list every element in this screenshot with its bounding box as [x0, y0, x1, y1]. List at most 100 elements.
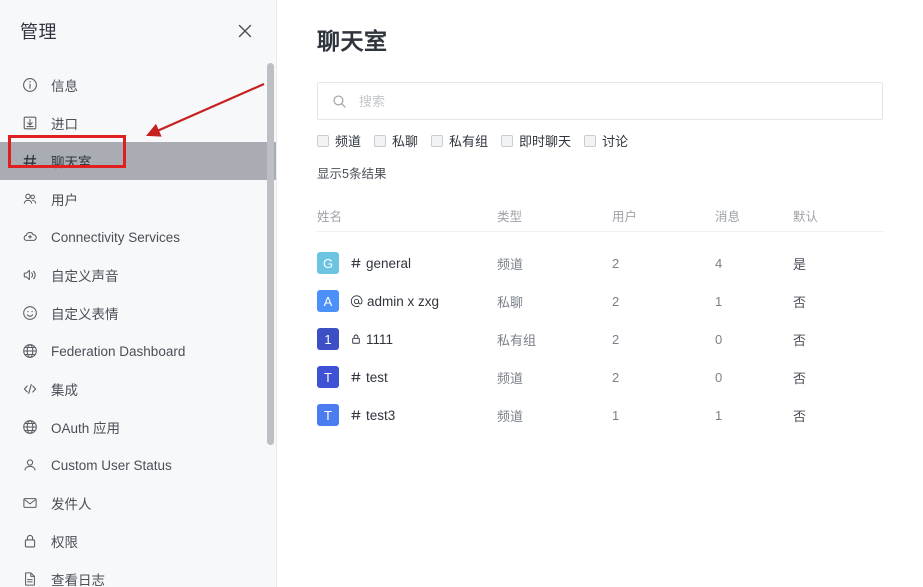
users-icon	[20, 189, 40, 209]
sidebar-item-label: 自定义声音	[51, 269, 119, 284]
sidebar-item-label: 集成	[51, 383, 78, 398]
sidebar-item-oauth-apps[interactable]: OAuth 应用	[0, 408, 276, 446]
filter-discussions[interactable]: 讨论	[584, 131, 628, 150]
column-header-name[interactable]: 姓名	[317, 206, 497, 225]
room-name: 1111	[366, 331, 394, 347]
checkbox-box[interactable]	[431, 134, 444, 147]
table-row[interactable]: T test 频道 2 0 否	[317, 358, 883, 396]
sidebar-item-federation-dashboard[interactable]: Federation Dashboard	[0, 332, 276, 370]
sidebar-item-custom-sounds[interactable]: 自定义声音	[0, 256, 276, 294]
room-default: 否	[793, 370, 807, 386]
cloud-plus-icon	[20, 227, 40, 247]
filter-label: 私聊	[392, 134, 419, 149]
checkbox-box[interactable]	[374, 134, 387, 147]
room-name-cell: T test	[317, 366, 497, 388]
table-row[interactable]: A admin x zxg 私聊 2 1 否	[317, 282, 883, 320]
sidebar-item-connectivity-services[interactable]: Connectivity Services	[0, 218, 276, 256]
sidebar-item-integrations[interactable]: 集成	[0, 370, 276, 408]
filter-direct-messages[interactable]: 私聊	[374, 131, 418, 150]
room-users: 2	[612, 255, 620, 271]
sidebar-item-label: Federation Dashboard	[51, 343, 186, 359]
hash-icon	[350, 409, 362, 421]
sidebar-item-view-logs[interactable]: 查看日志	[0, 560, 276, 587]
room-name: test	[366, 369, 388, 385]
room-default: 否	[793, 332, 807, 348]
sidebar-item-label: 聊天室	[51, 155, 92, 170]
sidebar-item-label: 用户	[51, 193, 78, 208]
room-name-cell: G general	[317, 252, 497, 274]
room-type: 频道	[497, 408, 524, 424]
code-icon	[20, 379, 40, 399]
column-header-messages[interactable]: 消息	[715, 206, 793, 225]
sidebar-header: 管理	[0, 0, 276, 62]
sidebar-item-users[interactable]: 用户	[0, 180, 276, 218]
room-type: 频道	[497, 256, 524, 272]
room-name-cell: A admin x zxg	[317, 290, 497, 312]
avatar: G	[317, 252, 339, 274]
close-icon[interactable]	[234, 20, 256, 42]
room-default: 否	[793, 294, 807, 310]
avatar: 1	[317, 328, 339, 350]
filter-private-groups[interactable]: 私有组	[431, 131, 488, 150]
filter-channels[interactable]: 频道	[317, 131, 361, 150]
table-row[interactable]: 1 1111 私有组 2 0 否	[317, 320, 883, 358]
search-icon	[332, 94, 347, 109]
sidebar-item-mailer[interactable]: 发件人	[0, 484, 276, 522]
mail-icon	[20, 493, 40, 513]
file-icon	[20, 569, 40, 587]
hash-icon	[20, 151, 40, 171]
sidebar-item-custom-user-status[interactable]: Custom User Status	[0, 446, 276, 484]
search-input[interactable]	[357, 92, 868, 110]
at-icon	[350, 294, 363, 308]
avatar: A	[317, 290, 339, 312]
chat-rooms-panel: 聊天室 频道 私聊 私有组	[277, 0, 923, 587]
sidebar-item-label: 进口	[51, 117, 78, 132]
search-box[interactable]	[317, 82, 883, 120]
user-icon	[20, 455, 40, 475]
room-messages: 0	[715, 369, 723, 385]
room-name: general	[366, 255, 412, 271]
filter-label: 讨论	[602, 134, 629, 149]
avatar: T	[317, 404, 339, 426]
checkbox-box[interactable]	[501, 134, 514, 147]
sidebar-item-label: 信息	[51, 79, 78, 94]
sidebar-item-chat-rooms[interactable]: 聊天室	[0, 142, 276, 180]
checkbox-box[interactable]	[584, 134, 597, 147]
room-messages: 0	[715, 331, 723, 347]
table-row[interactable]: T test3 频道 1 1 否	[317, 396, 883, 434]
room-type: 频道	[497, 370, 524, 386]
table-header-row: 姓名 类型 用户 消息 默认	[317, 206, 883, 232]
sidebar-item-permissions[interactable]: 权限	[0, 522, 276, 560]
sidebar-item-label: Custom User Status	[51, 457, 172, 473]
sidebar-item-import[interactable]: 进口	[0, 104, 276, 142]
room-type: 私有组	[497, 332, 537, 348]
room-users: 2	[612, 369, 620, 385]
sidebar-item-label: OAuth 应用	[51, 421, 121, 436]
admin-sidebar: 管理 信息 进口 聊天室 用户 Connectivity Services 自定…	[0, 0, 277, 587]
filter-label: 频道	[335, 134, 362, 149]
rooms-table: 姓名 类型 用户 消息 默认 G general 频道 2 4 是 A admi…	[317, 206, 883, 434]
room-users: 2	[612, 331, 620, 347]
lock-icon	[20, 531, 40, 551]
column-header-users[interactable]: 用户	[612, 206, 715, 225]
speaker-icon	[20, 265, 40, 285]
page-title: 聊天室	[317, 28, 388, 54]
sidebar-item-info[interactable]: 信息	[0, 66, 276, 104]
column-header-default[interactable]: 默认	[793, 206, 873, 225]
filter-omnichannel[interactable]: 即时聊天	[501, 131, 571, 150]
sidebar-item-label: Connectivity Services	[51, 229, 181, 245]
room-users: 1	[612, 407, 620, 423]
sidebar-item-label: 查看日志	[51, 573, 105, 587]
hash-icon	[350, 371, 362, 383]
import-icon	[20, 113, 40, 133]
checkbox-box[interactable]	[317, 134, 329, 147]
sidebar-item-label: 发件人	[51, 497, 92, 512]
room-name: admin x zxg	[367, 293, 440, 309]
sidebar-item-custom-emoji[interactable]: 自定义表情	[0, 294, 276, 332]
table-row[interactable]: G general 频道 2 4 是	[317, 244, 883, 282]
room-users: 2	[612, 293, 620, 309]
sidebar-scrollbar-thumb[interactable]	[267, 63, 274, 445]
column-header-type[interactable]: 类型	[497, 206, 612, 225]
globe-icon	[20, 417, 40, 437]
sidebar-scrollbar[interactable]	[267, 0, 275, 587]
